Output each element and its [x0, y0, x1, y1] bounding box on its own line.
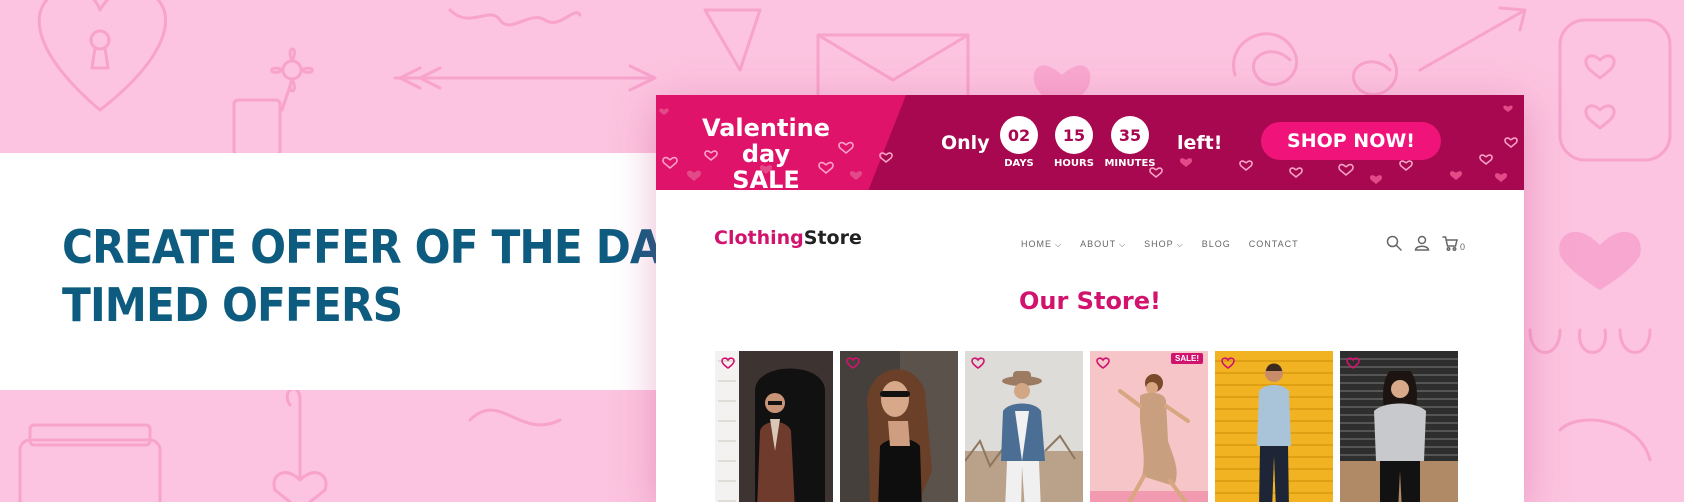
product-image: [715, 351, 833, 502]
product-card[interactable]: [1215, 351, 1333, 502]
chevron-down-icon: ⌵: [1176, 240, 1184, 249]
nav-item-blog[interactable]: BLOG: [1202, 239, 1231, 250]
countdown-minutes: 35 MINUTES: [1104, 116, 1156, 169]
nav-item-label: SHOP: [1144, 239, 1174, 249]
page-title: Our Store!: [1019, 287, 1161, 315]
nav-item-label: HOME: [1021, 239, 1052, 249]
nav-item-about[interactable]: ABOUT ⌵: [1080, 239, 1126, 250]
countdown-days-unit: DAYS: [1004, 158, 1034, 169]
nav-item-label: CONTACT: [1248, 239, 1299, 249]
product-grid: SALE!: [715, 351, 1458, 502]
heart-icon[interactable]: [1096, 357, 1110, 370]
product-image: [1090, 351, 1208, 502]
sale-title-line-1: Valentine day: [701, 114, 831, 168]
left-label: left!: [1177, 132, 1223, 154]
sale-title-line-2: SALE: [732, 166, 800, 190]
product-card[interactable]: [840, 351, 958, 502]
shop-now-button[interactable]: SHOP NOW!: [1261, 122, 1441, 160]
nav-item-shop[interactable]: SHOP ⌵: [1144, 239, 1184, 250]
heart-icon[interactable]: [971, 357, 985, 370]
countdown-minutes-unit: MINUTES: [1104, 158, 1156, 169]
heart-icon[interactable]: [721, 357, 735, 370]
nav-item-home[interactable]: HOME ⌵: [1021, 239, 1062, 250]
product-card[interactable]: [715, 351, 833, 502]
nav-item-label: BLOG: [1201, 239, 1231, 249]
product-card[interactable]: SALE!: [1090, 351, 1208, 502]
store-logo-part-2: Store: [803, 227, 862, 249]
countdown-hours: 15 HOURS: [1054, 116, 1094, 169]
cart-icon[interactable]: [1442, 235, 1458, 251]
cart-count: 0: [1460, 242, 1466, 252]
sale-title: Valentine day SALE: [676, 115, 856, 190]
headline: CREATE OFFER OF THE DAY TIMED OFFERS: [62, 218, 688, 334]
product-image: [965, 351, 1083, 502]
countdown-minutes-value: 35: [1111, 116, 1149, 154]
product-card[interactable]: [965, 351, 1083, 502]
heart-icon[interactable]: [1346, 357, 1360, 370]
headline-line-2: TIMED OFFERS: [62, 278, 403, 332]
main-nav: HOME ⌵ ABOUT ⌵ SHOP ⌵ BLOG CONTACT: [1021, 239, 1299, 250]
nav-item-label: ABOUT: [1080, 239, 1117, 249]
search-icon[interactable]: [1386, 235, 1402, 251]
countdown-days: 02 DAYS: [999, 116, 1039, 169]
product-image: [1215, 351, 1333, 502]
product-image: [1340, 351, 1458, 502]
sale-badge: SALE!: [1171, 353, 1203, 364]
chevron-down-icon: ⌵: [1119, 240, 1127, 249]
header-icons: 0: [1386, 234, 1465, 252]
countdown-hours-value: 15: [1055, 116, 1093, 154]
store-preview-window: Valentine day SALE Only 02 DAYS 15 HOURS…: [656, 95, 1524, 502]
countdown-days-value: 02: [1000, 116, 1038, 154]
user-icon[interactable]: [1414, 235, 1430, 251]
nav-item-contact[interactable]: CONTACT: [1249, 239, 1299, 250]
sale-banner: Valentine day SALE Only 02 DAYS 15 HOURS…: [656, 95, 1524, 190]
countdown-hours-unit: HOURS: [1054, 158, 1094, 169]
chevron-down-icon: ⌵: [1055, 240, 1063, 249]
heart-icon[interactable]: [846, 357, 860, 370]
heart-icon[interactable]: [1221, 357, 1235, 370]
headline-line-1: CREATE OFFER OF THE DAY: [62, 220, 688, 274]
only-label: Only: [941, 132, 990, 154]
product-image: [840, 351, 958, 502]
store-logo-part-1: Clothing: [714, 227, 804, 249]
product-card[interactable]: [1340, 351, 1458, 502]
store-logo[interactable]: ClothingStore: [714, 227, 862, 249]
